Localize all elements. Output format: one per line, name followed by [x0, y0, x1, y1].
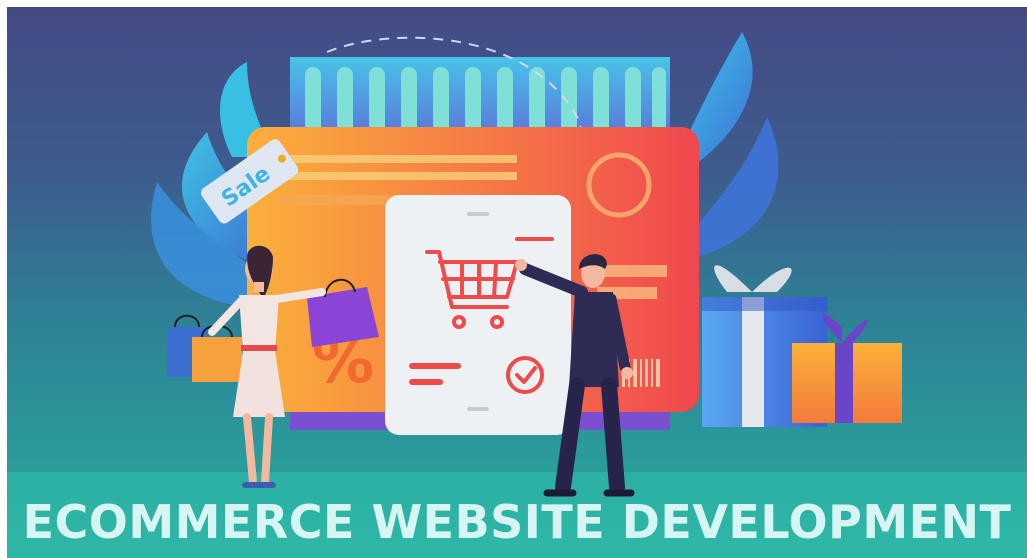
page-title: ECOMMERCE WEBSITE DEVELOPMENT — [22, 495, 1012, 549]
phone-screen — [385, 195, 571, 435]
illustration: % Sale — [151, 32, 902, 497]
banner: % Sale ECOMMERCE WEBSITE DEVELOPMENT — [7, 7, 1027, 558]
